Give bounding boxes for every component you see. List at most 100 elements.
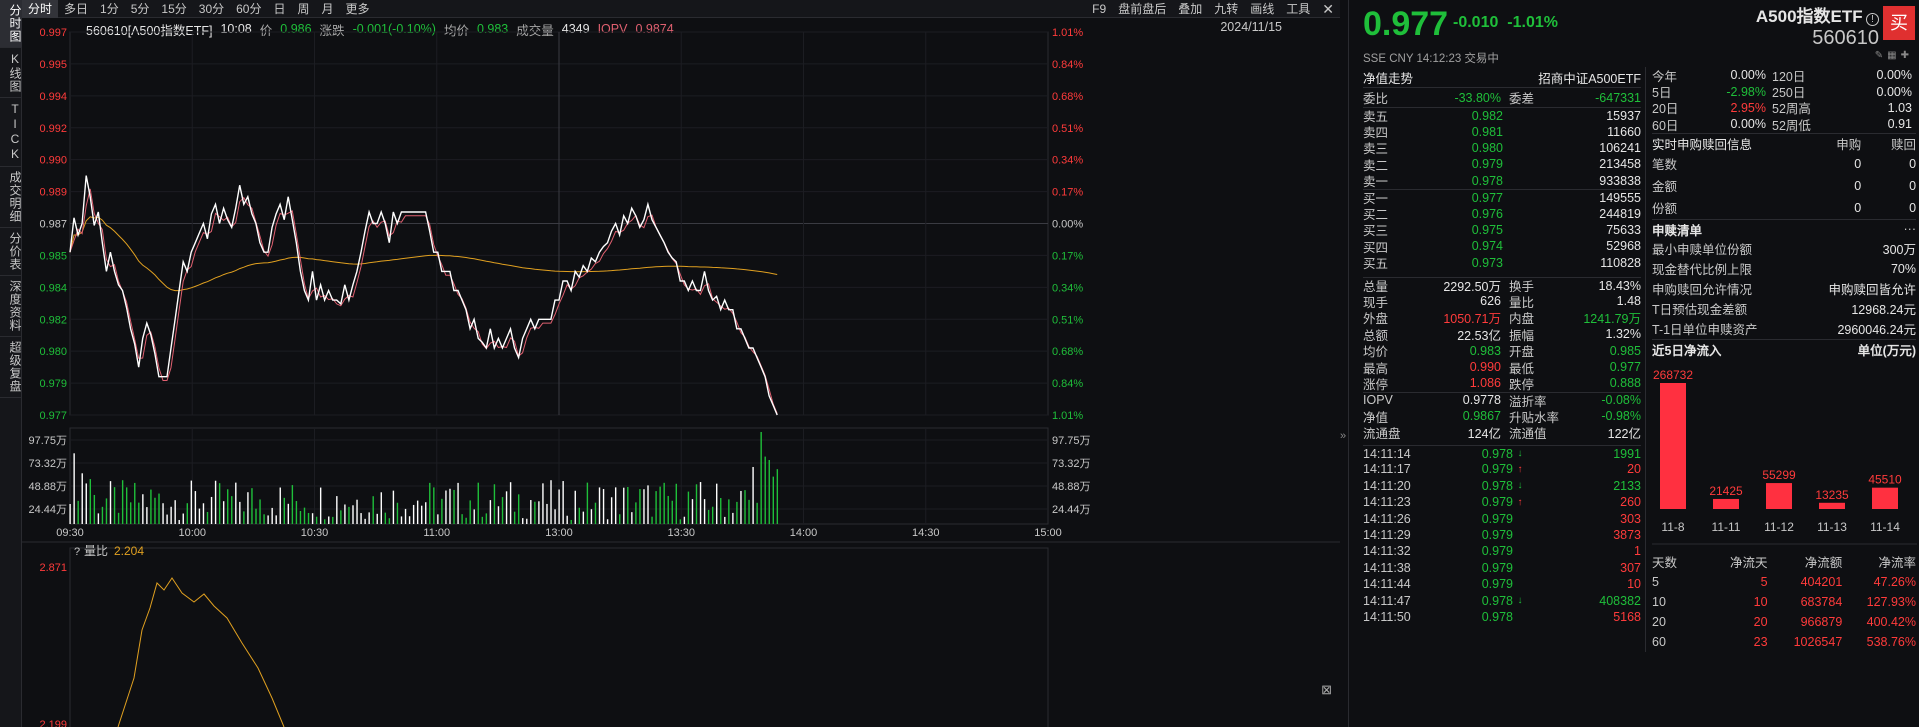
- volume-bar: [445, 490, 447, 524]
- volume-bar: [315, 516, 318, 524]
- change-value: -0.010: [1453, 14, 1499, 31]
- volume-bar: [659, 486, 661, 524]
- bid-row: 买五 0.973 110828: [1363, 255, 1641, 272]
- volume-bar: [235, 482, 237, 524]
- stat-value: 122亿: [1607, 427, 1641, 442]
- volume-bar: [154, 497, 156, 524]
- volume-bar: [768, 459, 770, 524]
- volume-bar: [756, 502, 758, 524]
- intraday-chart[interactable]: 0.997 1.01% 0.995 0.84% 0.994 0.68% 0.992 0.51%…: [22, 18, 1340, 727]
- period-tab-2[interactable]: 1分: [94, 0, 125, 18]
- view-tab-2[interactable]: TICK: [0, 98, 22, 167]
- period-row: 今年 0.00% 120日 0.00%: [1652, 67, 1916, 84]
- bid-price: 0.974: [1471, 239, 1503, 254]
- view-tab-6[interactable]: 超级复盘: [0, 337, 22, 398]
- volume-bar: [400, 516, 403, 524]
- tool-button-0[interactable]: F9: [1086, 0, 1112, 18]
- volume-bar: [663, 482, 665, 524]
- edit-icon[interactable]: ✎: [1875, 50, 1887, 61]
- volume-bar: [675, 483, 677, 524]
- tick-time: 14:11:32: [1363, 544, 1411, 559]
- volume-bar: [720, 498, 722, 524]
- tool-button-5[interactable]: 工具: [1280, 0, 1316, 18]
- ratio-value: 2.204: [114, 544, 144, 558]
- tick-row: 14:11:26 0.979 303: [1363, 510, 1641, 526]
- volume-bar: [271, 507, 273, 524]
- price-tick-label: 0.987: [39, 219, 67, 231]
- more-icon[interactable]: ···: [1886, 222, 1917, 236]
- volume-bar: [97, 513, 100, 524]
- period-tab-3[interactable]: 5分: [125, 0, 156, 18]
- creation-label: 现金替代比例上限: [1652, 263, 1753, 278]
- tick-row: 14:11:20 0.978 ↓ 2133: [1363, 478, 1641, 494]
- grid-icon[interactable]: ▦: [1887, 50, 1900, 61]
- price-tick-label: 0.990: [39, 155, 67, 167]
- tick-row: 14:11:29 0.979 3873: [1363, 527, 1641, 543]
- bid-volume: 110828: [1600, 255, 1641, 270]
- buy-button[interactable]: 买: [1883, 6, 1915, 40]
- volume-bar: [206, 511, 209, 524]
- bid-volume: 52968: [1606, 239, 1641, 254]
- period-tab-6[interactable]: 60分: [230, 0, 267, 18]
- close-icon[interactable]: ✕: [1316, 0, 1340, 18]
- view-tab-5[interactable]: 深度资料: [0, 276, 22, 337]
- ask-volume: 106241: [1599, 140, 1641, 155]
- volume-bar: [231, 496, 233, 524]
- period-tab-10[interactable]: 更多: [340, 0, 376, 18]
- period-tab-9[interactable]: 月: [316, 0, 340, 18]
- volume-bar: [93, 494, 96, 524]
- inflow-unit: 单位(万元): [1857, 343, 1916, 358]
- tick-time: 14:11:20: [1363, 478, 1411, 493]
- view-tab-0[interactable]: 分时图: [0, 0, 22, 48]
- volume-bar: [352, 505, 354, 524]
- stat-row: 流通盘 124亿 流通值 122亿: [1363, 424, 1641, 442]
- volume-bar: [142, 494, 144, 524]
- period-tab-5[interactable]: 30分: [193, 0, 230, 18]
- volume-bar: [340, 510, 342, 524]
- plus-icon[interactable]: ✚: [1901, 50, 1913, 61]
- nav-trend-row[interactable]: 净值走势 招商中证A500ETF: [1363, 67, 1641, 87]
- period-value: 0.00%: [1730, 117, 1766, 132]
- volume-bar: [412, 504, 415, 524]
- view-tab-4[interactable]: 分价表: [0, 228, 22, 276]
- period-tab-7[interactable]: 日: [267, 0, 291, 18]
- creation-value: 申购赎回皆允许: [1828, 283, 1916, 298]
- period-value: 0.91: [1887, 117, 1912, 132]
- period-tab-8[interactable]: 周: [292, 0, 316, 18]
- tool-button-3[interactable]: 九转: [1208, 0, 1244, 18]
- nav-trend-link[interactable]: 净值走势: [1363, 68, 1483, 87]
- tool-button-4[interactable]: 画线: [1244, 0, 1280, 18]
- period-tab-1[interactable]: 多日: [58, 0, 94, 18]
- volume-tick-label: 97.75万: [28, 435, 67, 447]
- period-tab-0[interactable]: 分时: [22, 0, 59, 18]
- inflow-net-amount: 966879: [1800, 614, 1843, 629]
- market-meta: SSE CNY 14:12:23 交易中: [1363, 53, 1499, 65]
- tool-button-2[interactable]: 叠加: [1172, 0, 1208, 18]
- volume-bar: [481, 516, 484, 524]
- volume-bar: [610, 497, 613, 524]
- ask-volume: 933838: [1599, 173, 1641, 188]
- view-tab-3[interactable]: 成交明细: [0, 167, 22, 228]
- tick-price: 0.979: [1481, 511, 1513, 526]
- view-tab-1[interactable]: K线图: [0, 48, 22, 98]
- stat-value: 1241.79万: [1583, 312, 1641, 327]
- subscribe-col: 申购: [1836, 137, 1862, 152]
- tool-button-1[interactable]: 盘前盘后: [1112, 0, 1172, 18]
- ask-row: 卖一 0.978 933838: [1363, 173, 1641, 190]
- volume-bar: [396, 502, 399, 524]
- panel-tool-icons[interactable]: ✎▦✚: [1875, 50, 1913, 61]
- price-tick-label: 0.977: [39, 410, 67, 422]
- volume-bar: [570, 519, 572, 524]
- time-tick-label: 10:30: [301, 527, 329, 539]
- inflow-value-label: 45510: [1868, 472, 1902, 486]
- period-tab-4[interactable]: 15分: [155, 0, 192, 18]
- volume-bar: [647, 485, 649, 524]
- inflow-net-days: 23: [1753, 634, 1768, 649]
- collapse-panel-icon[interactable]: »: [1340, 430, 1348, 442]
- creation-label: 申购赎回允许情况: [1652, 283, 1753, 298]
- inflow-table-row: 60 23 1026547 538.76%: [1652, 632, 1916, 652]
- period-value: 1.03: [1887, 100, 1912, 115]
- info-icon[interactable]: !: [1866, 13, 1879, 26]
- ratio-label-icon: ?: [74, 546, 80, 558]
- bid-row: 买二 0.976 244819: [1363, 205, 1641, 223]
